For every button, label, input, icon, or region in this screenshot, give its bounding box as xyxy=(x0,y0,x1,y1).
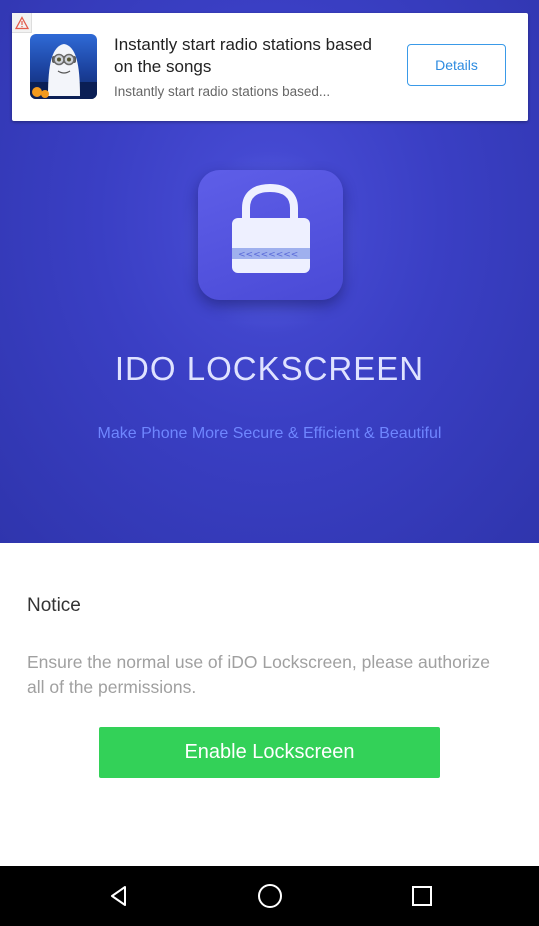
recents-icon[interactable] xyxy=(407,881,437,911)
svg-text:<<<<<<<<: <<<<<<<< xyxy=(238,250,298,260)
enable-lockscreen-button[interactable]: Enable Lockscreen xyxy=(99,727,440,778)
notice-title: Notice xyxy=(27,595,81,616)
ad-details-button[interactable]: Details xyxy=(407,44,506,86)
ad-app-thumbnail xyxy=(30,34,97,99)
home-icon[interactable] xyxy=(255,881,285,911)
ad-title: Instantly start radio stations based on … xyxy=(114,35,372,76)
back-icon[interactable] xyxy=(104,881,134,911)
system-navigation-bar xyxy=(0,866,539,926)
notice-panel: Notice Ensure the normal use of iDO Lock… xyxy=(0,543,539,866)
notice-body: Ensure the normal use of iDO Lockscreen,… xyxy=(27,652,491,697)
padlock-icon: <<<<<<<< xyxy=(198,170,343,300)
hero-section: Instantly start radio stations based on … xyxy=(0,0,539,543)
ad-subtitle: Instantly start radio stations based... xyxy=(114,84,331,99)
app-tagline: Make Phone More Secure & Efficient & Bea… xyxy=(97,425,442,442)
app-title: IDO LOCKSCREEN xyxy=(114,350,425,387)
ad-warning-icon xyxy=(12,13,32,33)
ad-banner[interactable]: Instantly start radio stations based on … xyxy=(12,13,528,121)
